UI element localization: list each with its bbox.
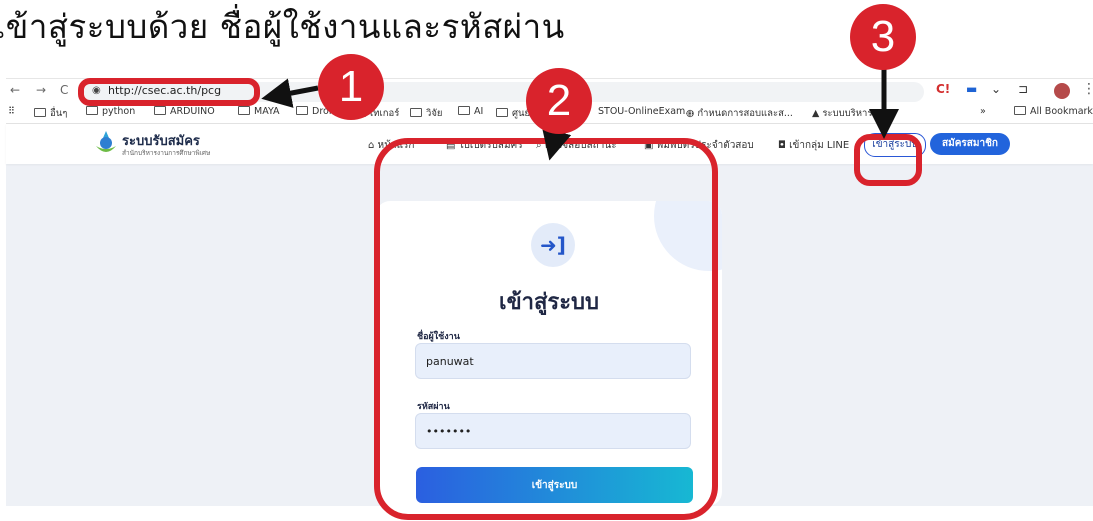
arrow-step1 <box>261 78 319 108</box>
step-2-badge: 2 <box>526 68 592 134</box>
step-3-badge: 3 <box>850 4 916 70</box>
step-1-badge: 1 <box>318 54 384 120</box>
